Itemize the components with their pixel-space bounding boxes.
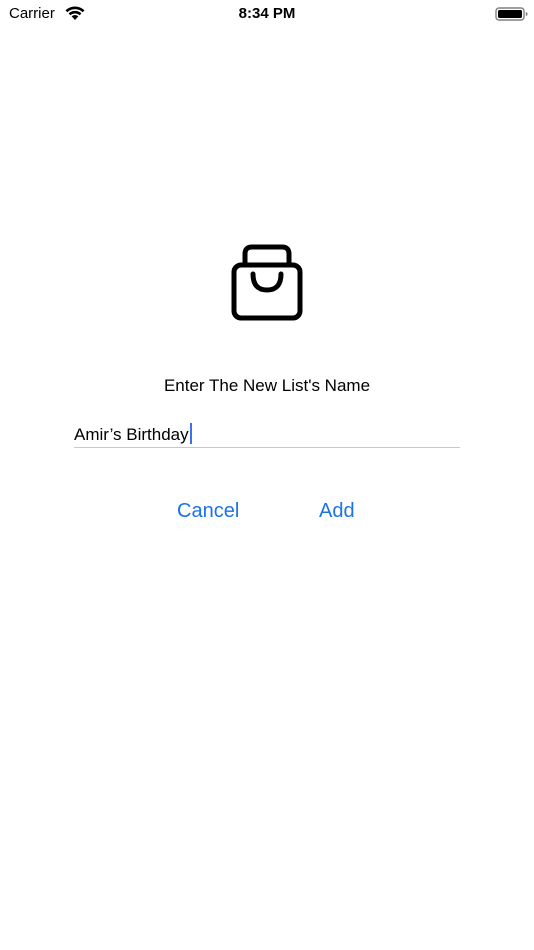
add-button[interactable]: Add xyxy=(319,498,355,524)
list-name-value: Amir’s Birthday xyxy=(74,425,189,444)
list-name-field[interactable]: Amir’s Birthday xyxy=(74,421,460,448)
shopping-bag-icon xyxy=(229,242,305,324)
text-caret xyxy=(189,423,192,444)
new-list-prompt: Enter The New List's Name xyxy=(163,376,371,395)
battery-full-icon xyxy=(495,6,529,22)
status-bar: Carrier 8:34 PM xyxy=(0,0,534,28)
cancel-button[interactable]: Cancel xyxy=(177,498,239,524)
clock-time: 8:34 PM xyxy=(238,5,296,22)
